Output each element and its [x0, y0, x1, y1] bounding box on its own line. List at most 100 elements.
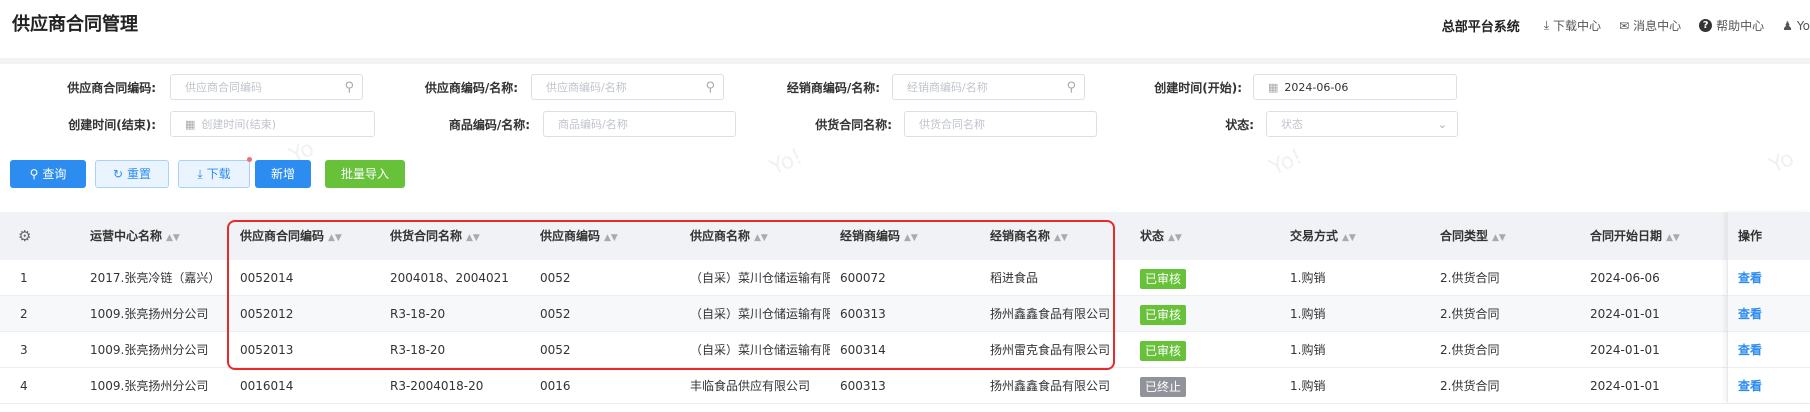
cell-supplier-code: 0016	[540, 379, 571, 393]
product-label: 商品编码/名称:	[448, 118, 530, 132]
cell-supplier-code: 0052	[540, 307, 571, 321]
user-menu[interactable]: ♟ Yo	[1782, 19, 1810, 33]
system-name: 总部平台系统	[1441, 20, 1520, 35]
column-trade[interactable]: 交易方式 ▲▼	[1290, 212, 1356, 260]
sort-icon[interactable]: ▲▼	[166, 233, 180, 243]
sort-icon[interactable]: ▲▼	[754, 233, 768, 243]
status-select[interactable]: 状态 ⌄	[1266, 111, 1458, 137]
user-icon: ♟	[1782, 18, 1793, 33]
status-label: 状态:	[1225, 118, 1254, 132]
column-label: 供应商编码	[540, 229, 601, 243]
help-icon: ?	[1699, 19, 1713, 32]
sort-icon[interactable]: ▲▼	[904, 233, 918, 243]
message-center-label: 消息中心	[1633, 19, 1682, 33]
column-label: 运营中心名称	[90, 229, 163, 243]
batch-import-button[interactable]: 批量导入	[325, 160, 405, 188]
download-center-label: 下载中心	[1553, 19, 1602, 33]
cell-type: 2.供货合同	[1440, 271, 1500, 285]
column-supply-name[interactable]: 供货合同名称 ▲▼	[390, 212, 480, 260]
cell-dist-name: 稻进食品	[990, 271, 1039, 285]
filter-row-1: 供应商合同编码: 供应商合同编码 ⚲ 供应商编码/名称: 供应商编码/名称 ⚲ …	[0, 74, 1810, 102]
message-center-link[interactable]: ✉ 消息中心	[1619, 17, 1681, 34]
table-row[interactable]: 2 1009.张亮扬州分公司 0052012 R3-18-20 0052 （自采…	[0, 296, 1810, 332]
sort-icon[interactable]: ▲▼	[1342, 233, 1356, 243]
cell-contract-code: 0052014	[240, 271, 294, 285]
created-start-input[interactable]: ▦ 2024-06-06	[1253, 74, 1457, 100]
row-number: 2	[20, 307, 28, 321]
cell-trade: 1.购销	[1290, 307, 1326, 321]
query-button[interactable]: ⚲ 查询	[10, 160, 86, 188]
cell-start: 2024-01-01	[1590, 343, 1660, 357]
sort-icon[interactable]: ▲▼	[1492, 233, 1506, 243]
distributor-placeholder: 经销商编码/名称	[907, 81, 988, 94]
cell-start: 2024-06-06	[1590, 271, 1660, 285]
column-status[interactable]: 状态 ▲▼	[1140, 212, 1182, 260]
table-row[interactable]: 3 1009.张亮扬州分公司 0052013 R3-18-20 0052 （自采…	[0, 332, 1810, 368]
refresh-icon: ↻	[112, 167, 124, 181]
distributor-label: 经销商编码/名称:	[786, 81, 880, 95]
cell-center: 1009.张亮扬州分公司	[90, 343, 209, 357]
column-dist-code[interactable]: 经销商编码 ▲▼	[840, 212, 918, 260]
column-contract-code[interactable]: 供应商合同编码 ▲▼	[240, 212, 342, 260]
download-button[interactable]: ⤓ 下载	[178, 160, 250, 188]
cell-type: 2.供货合同	[1440, 343, 1500, 357]
column-center[interactable]: 运营中心名称 ▲▼	[90, 212, 180, 260]
cell-trade: 1.购销	[1290, 379, 1326, 393]
cell-supplier-code: 0052	[540, 343, 571, 357]
product-input[interactable]: 商品编码/名称	[543, 111, 736, 137]
sort-icon[interactable]: ▲▼	[328, 233, 342, 243]
mail-icon: ✉	[1619, 18, 1630, 33]
cell-start: 2024-01-01	[1590, 307, 1660, 321]
download-icon: ⤓	[197, 167, 203, 181]
supply-contract-name-input[interactable]: 供货合同名称	[904, 111, 1097, 137]
user-name: Yo	[1796, 18, 1810, 33]
top-bar: 供应商合同管理 总部平台系统 ⤓ 下载中心 ✉ 消息中心 ? 帮助中心 ♟ Yo	[0, 0, 1810, 58]
table-row[interactable]: 4 1009.张亮扬州分公司 0016014 R3-2004018-20 001…	[0, 368, 1810, 404]
status-badge: 已审核	[1140, 340, 1187, 361]
help-center-link[interactable]: ? 帮助中心	[1699, 17, 1764, 34]
column-label: 经销商名称	[990, 229, 1051, 243]
sort-icon[interactable]: ▲▼	[466, 233, 480, 243]
column-dist-name[interactable]: 经销商名称 ▲▼	[990, 212, 1068, 260]
cell-start: 2024-01-01	[1590, 379, 1660, 393]
cell-supplier-name: （自采）菜川仓储运输有限	[690, 343, 830, 357]
download-icon: ⤓	[1543, 18, 1550, 32]
cell-supplier-code: 0052	[540, 271, 571, 285]
sort-icon[interactable]: ▲▼	[1168, 233, 1182, 243]
supplier-label: 供应商编码/名称:	[424, 81, 518, 95]
sort-icon[interactable]: ▲▼	[604, 233, 618, 243]
cell-contract-code: 0016014	[240, 379, 294, 393]
contract-code-label: 供应商合同编码:	[67, 81, 156, 95]
column-start[interactable]: 合同开始日期 ▲▼	[1590, 212, 1680, 260]
reset-button[interactable]: ↻ 重置	[95, 160, 169, 188]
table-row[interactable]: 1 2017.张亮冷链（嘉兴） 0052014 2004018、2004021 …	[0, 260, 1810, 296]
reset-label: 重置	[127, 167, 152, 181]
sort-icon[interactable]: ▲▼	[1054, 233, 1068, 243]
watermark: Yo!	[766, 144, 807, 181]
download-center-link[interactable]: ⤓ 下载中心	[1544, 17, 1601, 34]
cell-dist-code: 600072	[840, 271, 886, 285]
cell-dist-code: 600313	[840, 307, 886, 321]
column-type[interactable]: 合同类型 ▲▼	[1440, 212, 1506, 260]
search-icon[interactable]: ⚲	[705, 75, 715, 101]
fixed-op-column	[1727, 212, 1810, 402]
calendar-icon: ▦	[185, 118, 196, 131]
search-icon: ⚲	[29, 167, 39, 181]
supplier-input[interactable]: 供应商编码/名称 ⚲	[531, 74, 724, 100]
cell-trade: 1.购销	[1290, 271, 1326, 285]
add-button[interactable]: 新增	[255, 160, 311, 188]
column-supplier-code[interactable]: 供应商编码 ▲▼	[540, 212, 618, 260]
contract-code-input[interactable]: 供应商合同编码 ⚲	[170, 74, 363, 100]
created-end-input[interactable]: ▦ 创建时间(结束)	[170, 111, 375, 137]
distributor-input[interactable]: 经销商编码/名称 ⚲	[892, 74, 1085, 100]
search-icon[interactable]: ⚲	[344, 75, 354, 101]
top-right-nav: 总部平台系统 ⤓ 下载中心 ✉ 消息中心 ? 帮助中心 ♟ Yo	[1442, 16, 1810, 35]
column-settings-button[interactable]: ⚙	[18, 212, 31, 260]
cell-dist-code: 600314	[840, 343, 886, 357]
notification-dot	[247, 157, 252, 162]
search-icon[interactable]: ⚲	[1066, 75, 1076, 101]
sort-icon[interactable]: ▲▼	[1666, 233, 1680, 243]
column-supplier-name[interactable]: 供应商名称 ▲▼	[690, 212, 768, 260]
cell-center: 1009.张亮扬州分公司	[90, 379, 209, 393]
status-badge: 已审核	[1140, 268, 1187, 289]
